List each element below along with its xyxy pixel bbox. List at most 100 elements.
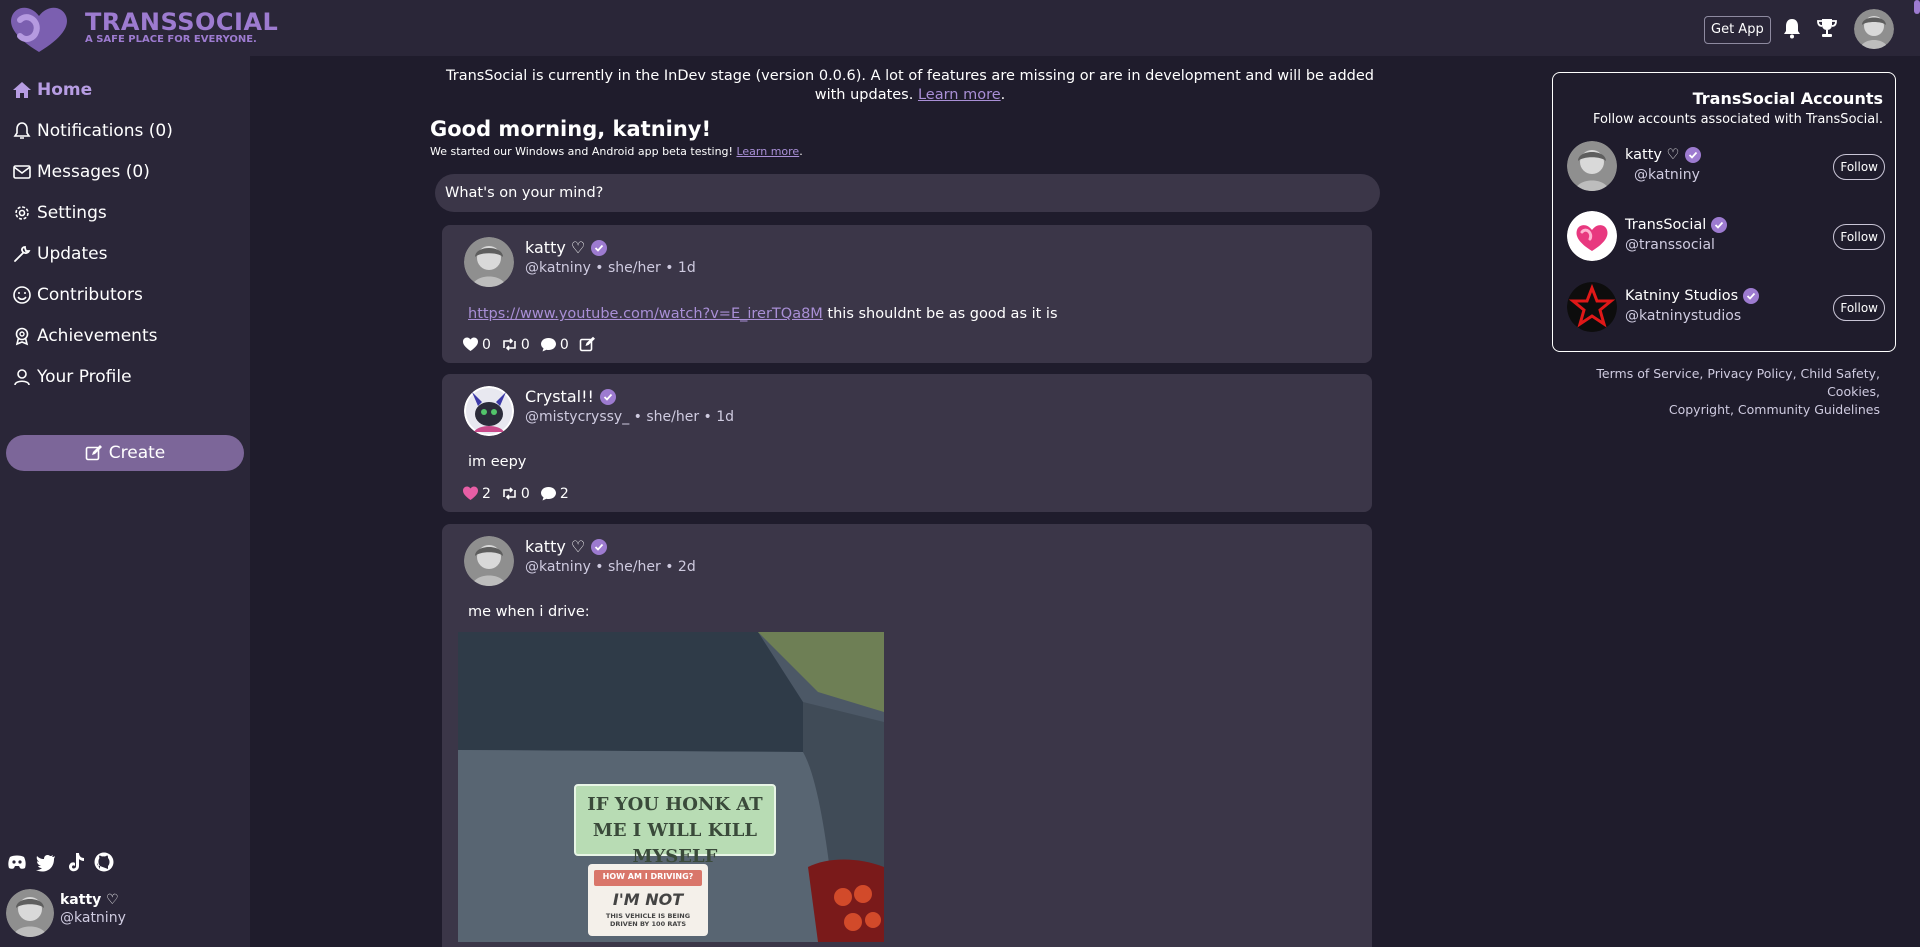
cookies-link[interactable]: Cookies <box>1827 384 1876 399</box>
post-author-avatar[interactable] <box>464 237 514 287</box>
repost-count: 0 <box>520 485 530 502</box>
post-link[interactable]: https://www.youtube.com/watch?v=E_irerTQ… <box>468 306 823 322</box>
get-app-button[interactable]: Get App <box>1704 16 1771 44</box>
account-avatar[interactable] <box>1567 282 1617 332</box>
greeting-title: Good morning, katniny! <box>430 117 712 141</box>
post-image[interactable]: IF YOU HONK AT ME I WILL KILL MYSELF HOW… <box>458 632 884 942</box>
sidebar-item-label: Your Profile <box>37 367 132 387</box>
post-author-avatar[interactable] <box>464 536 514 586</box>
beta-announcement: We started our Windows and Android app b… <box>430 145 803 158</box>
follow-button[interactable]: Follow <box>1833 295 1885 321</box>
account-name-text: katty ♡ <box>1625 147 1680 163</box>
sidebar-item-updates[interactable]: Updates <box>12 239 107 269</box>
verified-badge-icon <box>591 538 608 555</box>
post-author-name: Crystal!! <box>525 387 594 406</box>
post-author[interactable]: katty ♡ <box>525 238 608 257</box>
follow-button[interactable]: Follow <box>1833 224 1885 250</box>
sidebar-item-contributors[interactable]: Contributors <box>12 280 143 310</box>
account-name[interactable]: TransSocial <box>1625 217 1728 233</box>
account-name[interactable]: katty ♡ <box>1625 147 1701 163</box>
child-safety-link[interactable]: Child Safety <box>1801 366 1877 381</box>
post-actions: 2 0 2 <box>462 485 569 502</box>
notice-text: TransSocial is currently in the InDev st… <box>446 68 1374 103</box>
home-icon <box>13 82 31 98</box>
account-name[interactable]: Katniny Studios <box>1625 288 1760 304</box>
like-button[interactable]: 2 <box>462 485 491 502</box>
current-user-name[interactable]: katty ♡ <box>60 892 119 908</box>
post-author[interactable]: Crystal!! <box>525 387 616 406</box>
privacy-link[interactable]: Privacy Policy <box>1707 366 1792 381</box>
panel-subtitle: Follow accounts associated with TransSoc… <box>1592 112 1883 127</box>
comment-icon <box>540 487 556 501</box>
sidebar-item-notifications[interactable]: Notifications (0) <box>12 116 173 146</box>
sidebar: Home Notifications (0) Messages (0) Sett… <box>0 56 250 947</box>
terms-link[interactable]: Terms of Service <box>1596 366 1699 381</box>
post-text: this shouldnt be as good as it is <box>827 306 1058 322</box>
award-icon <box>15 327 29 346</box>
panel-title: TransSocial Accounts <box>1692 89 1883 108</box>
post-body: me when i drive: <box>468 604 590 620</box>
social-links <box>6 851 115 873</box>
footer-links: Terms of Service, Privacy Policy, Child … <box>1596 366 1880 417</box>
logo-heart-icon[interactable] <box>6 2 72 56</box>
scrollbar-thumb[interactable] <box>1914 0 1920 14</box>
like-button[interactable]: 0 <box>462 336 491 353</box>
tiktok-icon[interactable] <box>64 851 86 873</box>
sidebar-item-label: Updates <box>37 244 108 264</box>
create-button-label: Create <box>108 443 166 463</box>
account-row: katty ♡ @katniny Follow <box>1567 141 1885 191</box>
account-avatar[interactable] <box>1567 211 1617 261</box>
post-author-name: katty ♡ <box>525 238 586 257</box>
copyright-link[interactable]: Copyright <box>1669 402 1730 417</box>
notice-learn-more-link[interactable]: Learn more <box>918 87 1001 103</box>
account-avatar[interactable] <box>1567 141 1617 191</box>
post-body: im eepy <box>468 454 526 470</box>
beta-learn-more-link[interactable]: Learn more <box>736 145 799 158</box>
post-author[interactable]: katty ♡ <box>525 537 608 556</box>
twitter-icon[interactable] <box>35 851 57 873</box>
sidebar-item-home[interactable]: Home <box>12 75 92 105</box>
verified-badge-icon <box>599 388 616 405</box>
sticker-bottom-sub: THIS VEHICLE IS BEING DRIVEN BY 100 RATS <box>605 912 691 928</box>
post-author-avatar[interactable] <box>464 386 514 436</box>
sidebar-item-settings[interactable]: Settings <box>12 198 107 228</box>
sticker-bottom-main: I'M NOT <box>612 890 684 909</box>
comment-icon <box>540 338 556 352</box>
discord-icon[interactable] <box>6 851 28 873</box>
sidebar-item-label: Achievements <box>37 326 158 346</box>
verified-badge-icon <box>1743 288 1760 304</box>
sidebar-item-label: Home <box>37 80 93 100</box>
account-name-text: Katniny Studios <box>1625 288 1739 304</box>
verified-badge-icon <box>591 239 608 256</box>
github-icon[interactable] <box>93 851 115 873</box>
brand-name[interactable]: TRANSSOCIAL <box>85 8 278 36</box>
repost-button[interactable]: 0 <box>501 336 530 353</box>
sidebar-item-label: Messages (0) <box>37 162 150 182</box>
follow-button[interactable]: Follow <box>1833 154 1885 180</box>
trophy-icon[interactable] <box>1815 16 1839 40</box>
like-count: 0 <box>482 336 491 353</box>
post-author-name: katty ♡ <box>525 537 586 556</box>
current-user-avatar[interactable] <box>6 889 54 937</box>
edit-post-button[interactable] <box>579 336 596 353</box>
community-guidelines-link[interactable]: Community Guidelines <box>1738 402 1880 417</box>
heart-icon <box>463 486 478 500</box>
post-meta: @mistycryssy_ • she/her • 1d <box>525 409 735 425</box>
comment-button[interactable]: 2 <box>540 485 569 502</box>
post-text: me when i drive: <box>468 604 590 620</box>
sidebar-item-profile[interactable]: Your Profile <box>12 362 132 392</box>
account-row: TransSocial @transsocial Follow <box>1567 211 1885 261</box>
post-composer-input[interactable]: What's on your mind? <box>435 174 1380 212</box>
verified-badge-icon <box>1684 147 1701 163</box>
sticker-bottom-header: HOW AM I DRIVING? <box>602 872 694 881</box>
current-user-handle: @katniny <box>60 910 126 926</box>
sidebar-item-messages[interactable]: Messages (0) <box>12 157 150 187</box>
sidebar-item-achievements[interactable]: Achievements <box>12 321 157 351</box>
sidebar-item-label: Settings <box>37 203 107 223</box>
repost-count: 0 <box>520 336 530 353</box>
repost-button[interactable]: 0 <box>501 485 530 502</box>
header-avatar[interactable] <box>1854 9 1894 49</box>
create-button[interactable]: Create <box>6 435 244 471</box>
comment-button[interactable]: 0 <box>540 336 569 353</box>
bell-icon[interactable] <box>1780 16 1804 40</box>
